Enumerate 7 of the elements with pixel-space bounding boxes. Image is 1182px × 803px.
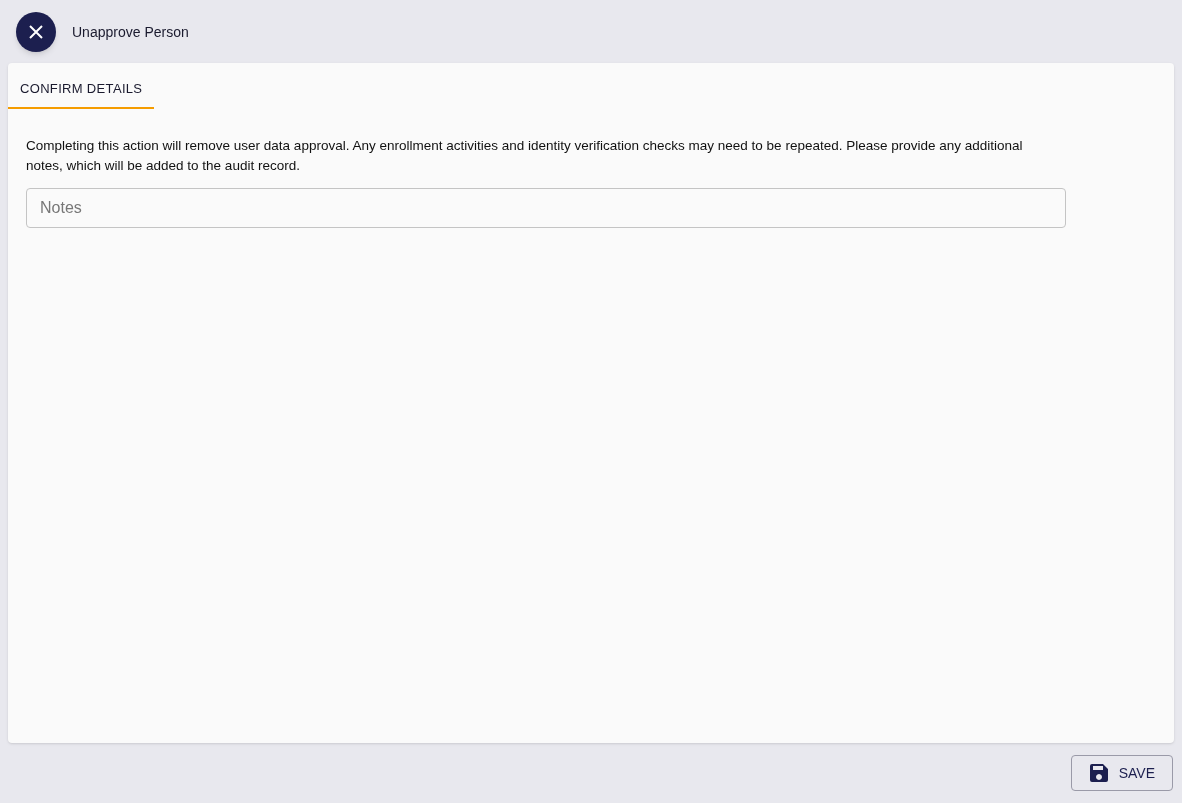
tab[interactable]: CONFIRM DETAILS <box>8 63 155 109</box>
notes-field[interactable]: Notes <box>26 187 1066 228</box>
warning-message: Completing this action will remove user data approval. Any enrollment activities and identity verification checks may need to be repeated. Please provide any additional notes, which will be added to the audit record. <box>26 136 1024 175</box>
save-button[interactable]: SAVE <box>1070 755 1173 791</box>
close-button[interactable] <box>16 11 56 52</box>
dialog-title: Unapprove Person <box>72 22 189 42</box>
close-icon <box>28 23 44 40</box>
